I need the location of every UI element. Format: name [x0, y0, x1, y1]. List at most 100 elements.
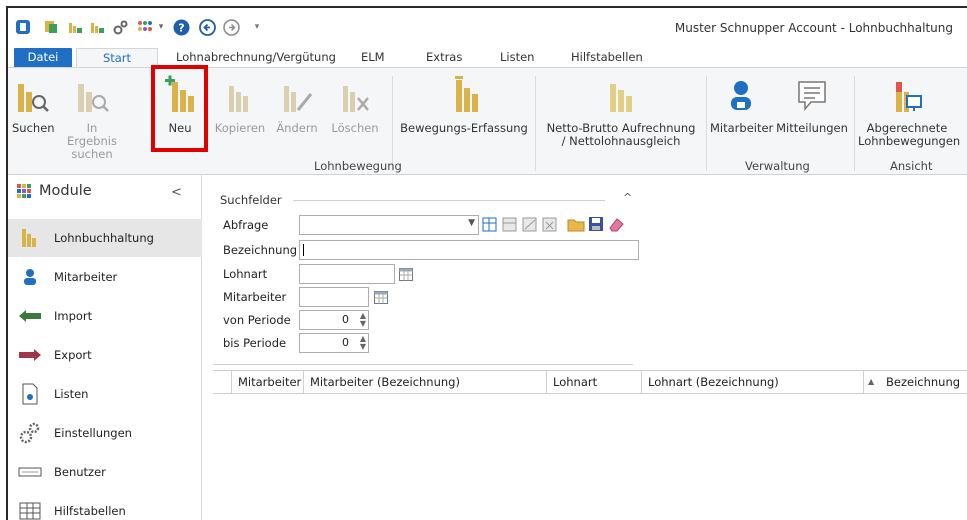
dropdown-arrow-icon[interactable]: ▾: [156, 17, 166, 37]
nav-item-mitarbeiter[interactable]: Mitarbeiter: [8, 258, 202, 296]
nav-item-label: Einstellungen: [54, 426, 132, 440]
list-doc-icon: [17, 383, 43, 405]
abfrage-label: Abfrage: [223, 218, 269, 232]
nav-item-import[interactable]: Import: [8, 297, 202, 335]
nav-item-benutzer[interactable]: Benutzer: [8, 453, 202, 491]
group-label-lohnbewegung: Lohnbewegung: [314, 159, 402, 173]
nav-item-export[interactable]: Export: [8, 336, 202, 374]
sort-ascending-icon: ▲: [868, 377, 875, 386]
copy-icon[interactable]: [42, 17, 60, 37]
von-periode-label: von Periode: [223, 313, 291, 327]
nav-item-label: Import: [54, 309, 93, 323]
in-ergebnis-suchen-button[interactable]: In Ergebnis suchen: [62, 74, 122, 161]
nav-item-listen[interactable]: Listen: [8, 375, 202, 413]
tab-extras[interactable]: Extras: [426, 48, 462, 68]
keyboard-icon: [17, 467, 43, 477]
mitarbeiter-input[interactable]: [299, 287, 369, 307]
app-icon[interactable]: [14, 17, 32, 37]
export-arrow-icon: [17, 348, 43, 362]
lohnart-label: Lohnart: [223, 267, 268, 281]
column-header-lohnart[interactable]: Lohnart: [547, 371, 642, 393]
back-icon[interactable]: [198, 17, 216, 37]
nav-item-lohnbuchhaltung[interactable]: Lohnbuchhaltung: [8, 219, 202, 257]
copy-query-icon[interactable]: [501, 215, 519, 233]
chevron-down-icon: ▼: [468, 218, 475, 228]
von-periode-stepper[interactable]: 0 ▲ ▼: [299, 310, 369, 330]
window-title: Muster Schnupper Account - Lohnbuchhaltu…: [674, 21, 953, 35]
search-fields-panel: Suchfelder ^ Abfrage ▼ Bezeichnung Lohna…: [213, 191, 639, 366]
spinner-icon[interactable]: ▲ ▼: [360, 335, 366, 351]
abfrage-select[interactable]: ▼: [299, 215, 479, 235]
bewegungs-erfassung-button[interactable]: Bewegungs-Erfassung: [398, 74, 530, 135]
group-separator: [854, 76, 855, 171]
mitarbeiter-calendar-icon[interactable]: [371, 287, 391, 307]
bezeichnung-input[interactable]: [299, 240, 639, 260]
chart-icon-2[interactable]: [88, 17, 106, 37]
suchen-button[interactable]: Suchen: [12, 74, 55, 135]
open-folder-icon[interactable]: [567, 215, 585, 233]
search-panel-border: [213, 364, 633, 365]
customize-icon[interactable]: ▾: [252, 17, 262, 37]
nav-item-label: Mitarbeiter: [54, 270, 118, 284]
lohn-icon: [17, 227, 43, 249]
tab-listen[interactable]: Listen: [500, 48, 534, 68]
column-header-mitarbeiter-bezeichnung[interactable]: Mitarbeiter (Bezeichnung): [304, 371, 547, 393]
nav-item-hilfstabellen[interactable]: Hilfstabellen: [8, 492, 202, 520]
mitarbeiter-button[interactable]: Mitarbeiter: [710, 74, 773, 135]
chart-icon-1[interactable]: [66, 17, 84, 37]
lohnart-calendar-icon[interactable]: [396, 264, 416, 284]
nav-item-label: Benutzer: [54, 465, 106, 479]
bis-periode-value: 0: [342, 336, 349, 349]
nav-item-einstellungen[interactable]: Einstellungen: [8, 414, 202, 452]
app-window: ▾ ? ▾ Muster Schnupper Account - Lohnbuc…: [6, 6, 967, 520]
message-icon: [776, 74, 848, 114]
column-header-mitarbeiter[interactable]: Mitarbeiter: [232, 371, 304, 393]
module-grid-icon: [17, 184, 31, 198]
module-header: Module: [16, 183, 92, 199]
new-query-icon[interactable]: [481, 215, 499, 233]
column-header-lohnart-bezeichnung[interactable]: Lohnart (Bezeichnung): [642, 371, 864, 393]
tab-hilfstabellen[interactable]: Hilfstabellen: [571, 48, 643, 68]
lohnart-input[interactable]: [299, 264, 395, 284]
module-title: Module: [39, 183, 92, 199]
grid-header: Mitarbeiter Mitarbeiter (Bezeichnung) Lo…: [213, 370, 967, 394]
grid-dots-icon[interactable]: [136, 17, 154, 37]
net-gross-icon: [541, 74, 701, 114]
column-header-bezeichnung[interactable]: Bezeichnung: [880, 371, 967, 393]
import-arrow-icon: [17, 309, 43, 323]
search-fields-legend: Suchfelder: [220, 193, 282, 207]
copy-chart-icon: [214, 74, 266, 114]
collapse-search-icon[interactable]: ^: [623, 191, 632, 204]
nav-item-label: Hilfstabellen: [54, 504, 126, 518]
mitteilungen-button[interactable]: Mitteilungen: [776, 74, 848, 135]
loeschen-button[interactable]: Löschen: [330, 74, 380, 135]
highlight-box: [151, 65, 208, 152]
title-bar: ▾ ? ▾ Muster Schnupper Account - Lohnbuc…: [8, 8, 967, 46]
delete-query-icon[interactable]: [541, 215, 559, 233]
kopieren-button[interactable]: Kopieren: [214, 74, 266, 135]
aendern-button[interactable]: Ändern: [275, 74, 319, 135]
group-label-ansicht: Ansicht: [890, 159, 933, 173]
eraser-icon[interactable]: [607, 215, 625, 233]
delete-chart-icon: [330, 74, 380, 114]
netto-brutto-button[interactable]: Netto-Brutto Aufrechnung / Nettolohnausg…: [541, 74, 701, 148]
tab-datei[interactable]: Datei: [14, 48, 72, 68]
gears-icon[interactable]: [112, 17, 130, 37]
collapse-icon[interactable]: <: [171, 185, 182, 200]
bis-periode-label: bis Periode: [223, 336, 287, 350]
edit-chart-icon: [275, 74, 319, 114]
edit-query-icon[interactable]: [521, 215, 539, 233]
help-icon[interactable]: ?: [172, 17, 190, 37]
save-icon[interactable]: [587, 215, 605, 233]
search-results-icon: [62, 74, 122, 114]
forward-icon[interactable]: [222, 17, 240, 37]
group-separator: [706, 76, 707, 171]
group-label-verwaltung: Verwaltung: [745, 159, 810, 173]
spinner-icon[interactable]: ▲ ▼: [360, 312, 366, 328]
bis-periode-stepper[interactable]: 0 ▲ ▼: [299, 333, 369, 353]
gears-icon: [17, 422, 43, 444]
abgerechnete-lohnbewegungen-button[interactable]: Abgerechnete Lohnbewegungen: [858, 74, 960, 148]
table-icon: [17, 502, 43, 520]
tab-start[interactable]: Start: [76, 48, 158, 69]
tab-elm[interactable]: ELM: [361, 48, 385, 68]
